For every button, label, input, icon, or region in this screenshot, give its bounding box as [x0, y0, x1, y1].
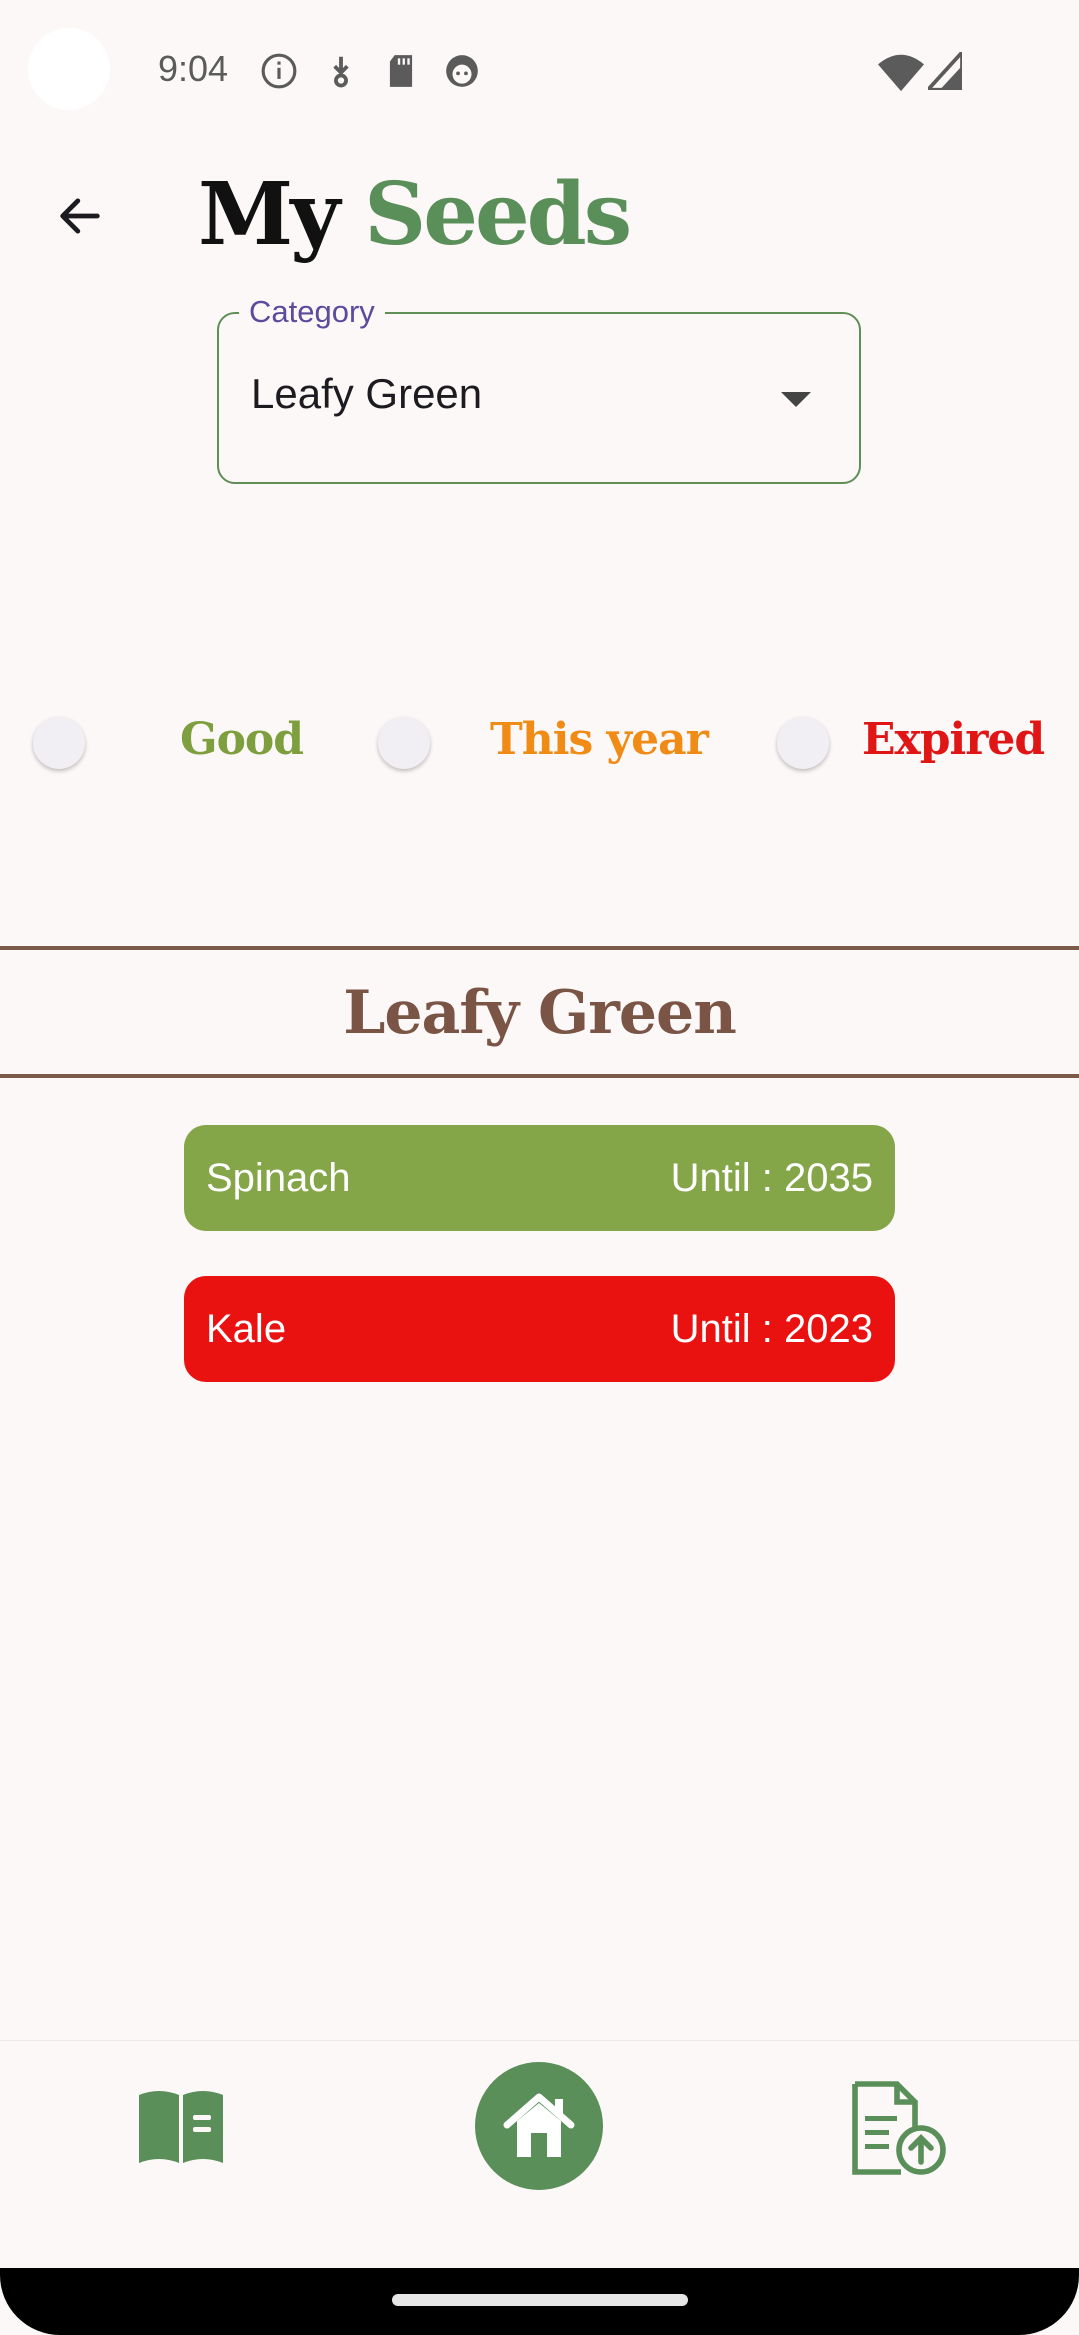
face-icon — [446, 55, 478, 87]
category-value: Leafy Green — [251, 370, 483, 417]
radio-expired[interactable] — [777, 717, 829, 769]
camera-cutout — [28, 28, 110, 110]
title-my: My — [198, 164, 340, 265]
filter-label-expired: Expired — [862, 714, 1045, 765]
status-time: 9:04 — [158, 48, 229, 89]
filter-label-good: Good — [180, 714, 304, 765]
download-icon — [333, 56, 349, 88]
seed-row-kale[interactable]: Kale Until : 2023 — [184, 1276, 895, 1382]
arrow-back-icon — [60, 198, 100, 234]
seed-until: Until : 2023 — [670, 1306, 873, 1351]
home-icon — [503, 2093, 575, 2157]
section-title: Leafy Green — [343, 978, 737, 1048]
category-dropdown[interactable]: Category Leafy Green — [217, 294, 861, 484]
info-icon — [261, 53, 297, 89]
category-label: Category — [239, 294, 385, 330]
seed-name: Kale — [206, 1306, 287, 1351]
page-title: My Seeds — [198, 160, 632, 270]
home-gesture-handle[interactable] — [392, 2294, 688, 2306]
upload-document-icon — [852, 2081, 946, 2175]
radio-good[interactable] — [33, 717, 85, 769]
book-icon — [139, 2091, 223, 2163]
wifi-icon — [878, 54, 924, 92]
filter-label-this-year: This year — [490, 714, 709, 765]
back-button[interactable] — [40, 176, 120, 256]
sd-card-icon — [389, 55, 413, 87]
section-divider-top — [0, 946, 1079, 950]
dropdown-arrow-icon — [781, 392, 811, 407]
nav-home-button[interactable] — [475, 2062, 603, 2190]
title-seeds: Seeds — [364, 164, 632, 265]
signal-icon — [928, 52, 962, 90]
section-divider-bottom — [0, 1074, 1079, 1078]
seed-name: Spinach — [206, 1155, 351, 1200]
radio-this-year[interactable] — [378, 717, 430, 769]
seed-until: Until : 2035 — [670, 1155, 873, 1200]
seed-row-spinach[interactable]: Spinach Until : 2035 — [184, 1125, 895, 1231]
nav-upload-button[interactable] — [846, 2078, 950, 2178]
nav-book-button[interactable] — [134, 2084, 228, 2170]
